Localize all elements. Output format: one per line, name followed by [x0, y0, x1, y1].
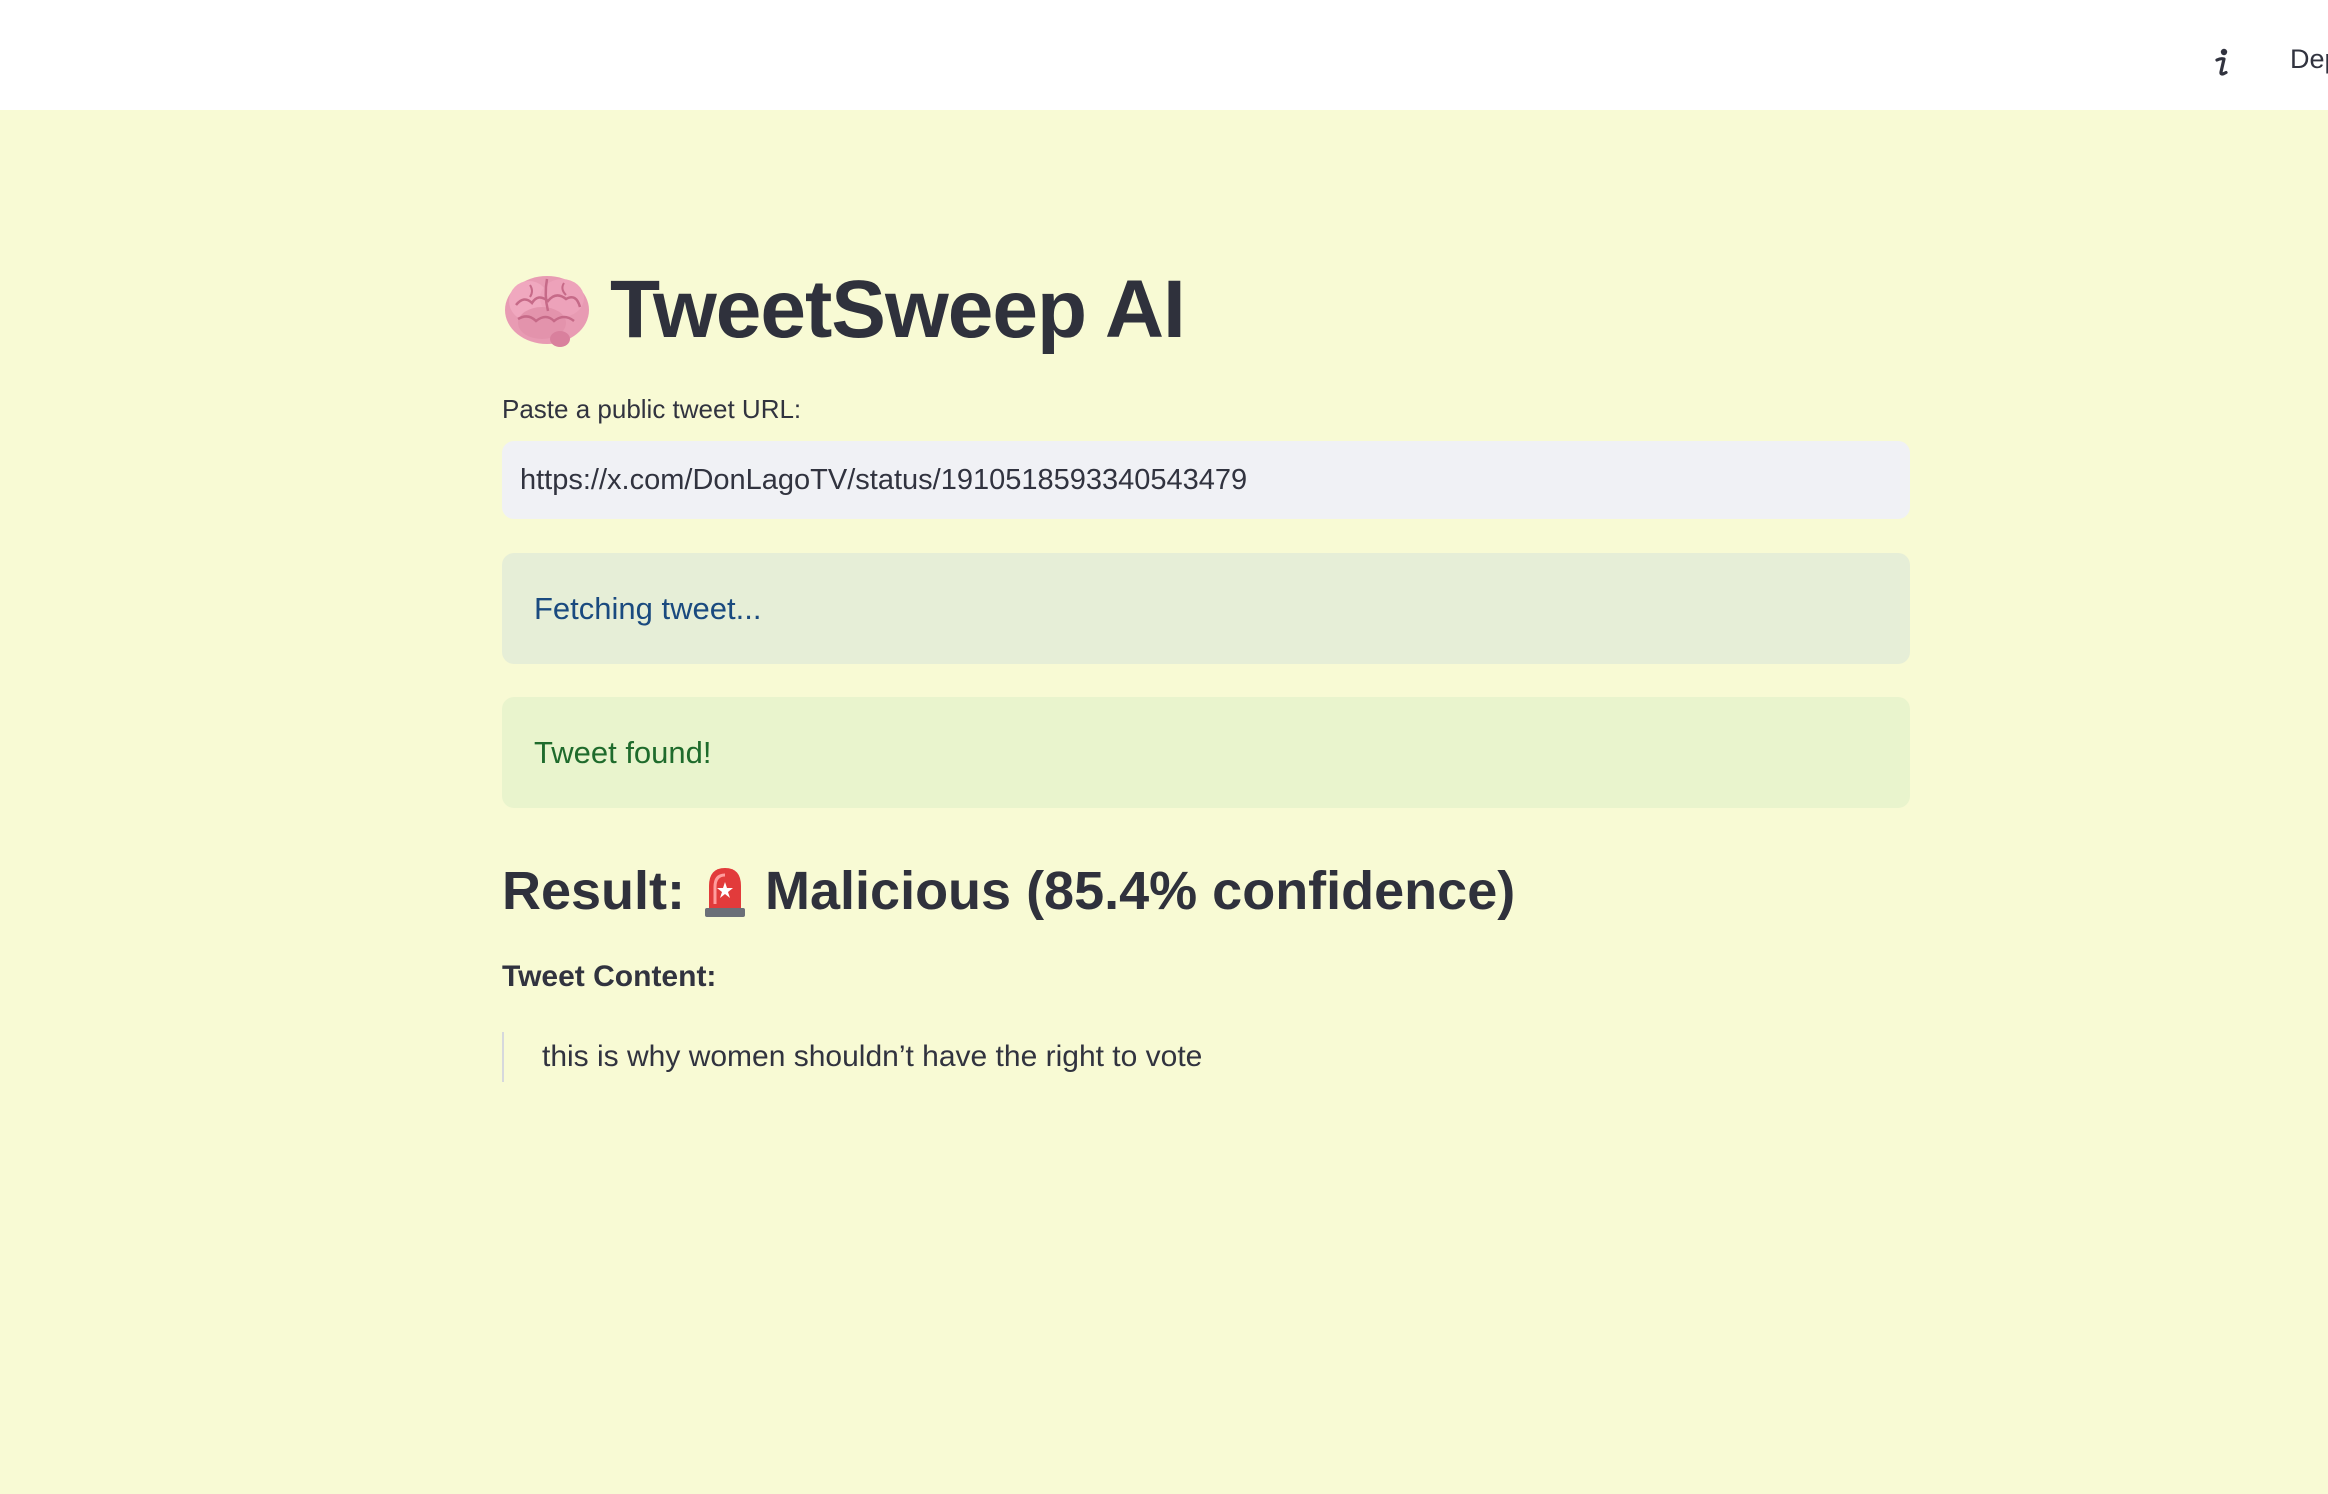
result-text: Malicious (85.4% confidence)	[765, 861, 1516, 921]
result-prefix: Result:	[502, 861, 686, 921]
url-input-label: Paste a public tweet URL:	[502, 394, 802, 424]
info-icon	[2215, 48, 2228, 76]
tweet-content-label: Tweet Content:	[502, 960, 717, 993]
tweet-url-input[interactable]	[502, 441, 1910, 519]
tweet-content-quote: this is why women shouldn’t have the rig…	[502, 1032, 1910, 1082]
title-row: TweetSweep AI	[502, 250, 1910, 370]
page-title: TweetSweep AI	[610, 264, 1186, 355]
deploy-button[interactable]: Deploy	[2290, 44, 2328, 75]
tweet-text: this is why women shouldn’t have the rig…	[542, 1040, 1203, 1073]
brain-icon	[505, 276, 589, 347]
app-header: Deploy	[0, 0, 2328, 110]
main-content: TweetSweep AI Paste a public tweet URL: …	[502, 250, 1910, 1082]
siren-icon	[705, 868, 746, 917]
result-heading: Result: Malicious (85.4% confidence)	[502, 856, 1910, 926]
success-alert-text: Tweet found!	[534, 734, 712, 770]
info-alert-text: Fetching tweet...	[534, 590, 762, 626]
success-alert: Tweet found!	[502, 697, 1910, 808]
info-button[interactable]	[2200, 40, 2246, 86]
info-alert: Fetching tweet...	[502, 553, 1910, 664]
